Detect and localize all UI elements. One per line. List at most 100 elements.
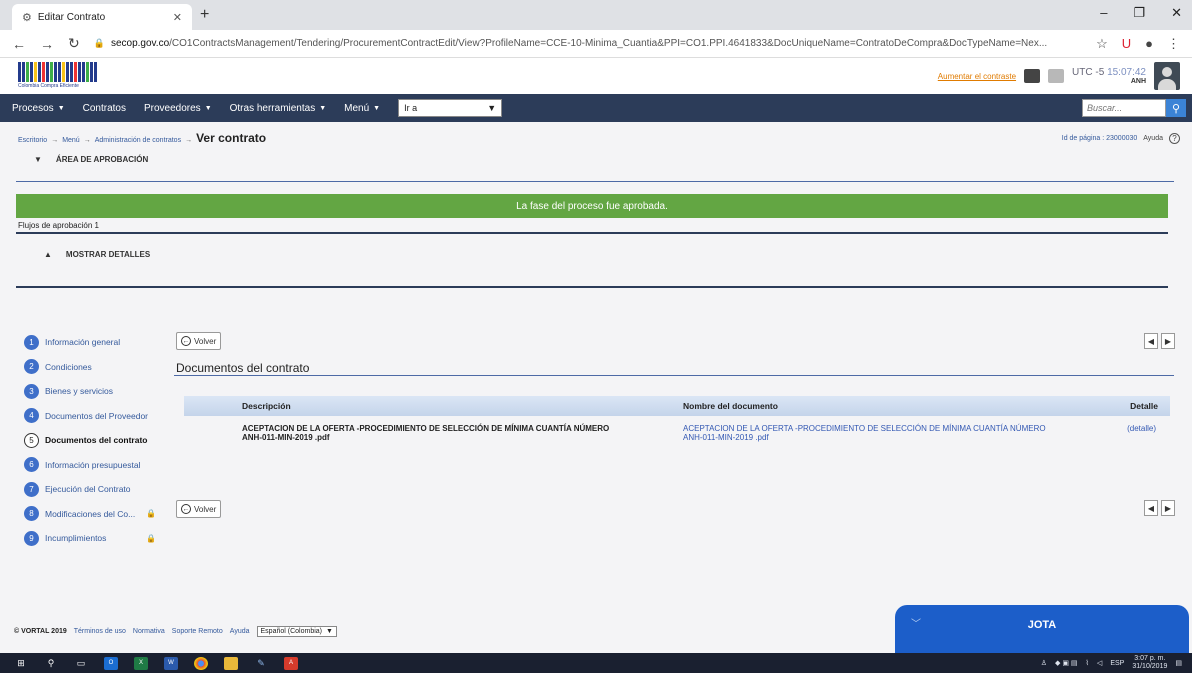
help-link[interactable]: Ayuda [1143, 135, 1163, 142]
nav-contratos[interactable]: Contratos [83, 103, 126, 114]
step-documentos-contrato[interactable]: 5 Documentos del contrato [24, 428, 164, 453]
colombia-compra-logo[interactable]: Colombia Compra Eficiente [18, 62, 106, 90]
search-icon[interactable]: ⚲ [1166, 99, 1186, 117]
nav-proveedores[interactable]: Proveedores ▼ [144, 103, 212, 114]
step-number: 6 [24, 457, 39, 473]
outlook-icon[interactable]: O [104, 656, 118, 670]
breadcrumb-menu[interactable]: Menú [62, 137, 80, 144]
lock-icon: 🔒 [146, 509, 156, 519]
back-arrow-icon[interactable]: ← [12, 36, 26, 52]
step-label: Condiciones [45, 361, 92, 372]
network-icon[interactable]: ⌇ [1086, 659, 1089, 667]
avatar[interactable] [1154, 62, 1180, 90]
profile-icon[interactable]: ● [1145, 36, 1153, 52]
step-informacion-presupuestal[interactable]: 6 Información presupuestal [24, 453, 164, 478]
breadcrumb-administracion[interactable]: Administración de contratos [95, 137, 181, 144]
close-window-icon[interactable]: ✕ [1171, 5, 1182, 21]
task-view-icon[interactable]: ▭ [74, 657, 88, 670]
step-ejecucion-contrato[interactable]: 7 Ejecución del Contrato [24, 477, 164, 502]
people-icon[interactable]: ♙ [1041, 659, 1047, 667]
chat-widget[interactable]: ﹀ JOTA [895, 605, 1189, 653]
url-field[interactable]: 🔒 secop.gov.co/CO1ContractsManagement/Te… [94, 38, 1082, 49]
maximize-icon[interactable]: ❐ [1133, 5, 1145, 21]
browser-tab[interactable]: ⚙ Editar Contrato ✕ [12, 4, 192, 30]
minimize-icon[interactable]: – [1100, 5, 1107, 21]
footer-normativa[interactable]: Normativa [133, 628, 165, 635]
chrome-icon[interactable] [194, 656, 208, 670]
menu-dots-icon[interactable]: ⋮ [1167, 36, 1180, 52]
next-page-button[interactable]: ▶ [1161, 333, 1175, 349]
page-id-area: Id de página : 23000030 Ayuda ? [1062, 133, 1180, 144]
document-link[interactable]: ACEPTACION DE LA OFERTA -PROCEDIMIENTO D… [629, 424, 1071, 442]
footer-ayuda[interactable]: Ayuda [230, 628, 250, 635]
step-label: Documentos del Proveedor [45, 410, 149, 421]
arrow-icon: → [185, 137, 193, 144]
notification-center-icon[interactable]: ▤ [1175, 659, 1182, 667]
step-incumplimientos[interactable]: 9 Incumplimientos 🔒 [24, 526, 164, 551]
tray-icons[interactable]: ◆ ▣ ▤ [1055, 659, 1078, 667]
column-header-nombre: Nombre del documento [683, 401, 778, 411]
windows-start-icon[interactable]: ⊞ [14, 657, 28, 670]
breadcrumb-escritorio[interactable]: Escritorio [18, 137, 47, 144]
address-bar: ← → ↻ 🔒 secop.gov.co/CO1ContractsManagem… [0, 30, 1192, 58]
back-button[interactable]: ← Volver [176, 332, 222, 350]
chevron-down-icon: ▼ [326, 628, 333, 635]
clock-date: 31/10/2019 [1132, 663, 1168, 670]
step-informacion-general[interactable]: 1 Información general [24, 330, 164, 355]
reload-icon[interactable]: ↻ [68, 35, 80, 52]
step-condiciones[interactable]: 2 Condiciones [24, 355, 164, 380]
ir-a-select[interactable]: Ir a ▼ [398, 99, 503, 117]
volume-icon[interactable]: ◁ [1097, 659, 1102, 667]
show-details-toggle[interactable]: ▲ MOSTRAR DETALLES [44, 250, 150, 259]
star-icon[interactable]: ☆ [1096, 36, 1108, 52]
step-number: 9 [24, 530, 39, 546]
step-documentos-proveedor[interactable]: 4 Documentos del Proveedor [24, 404, 164, 429]
step-label: Incumplimientos [45, 533, 107, 544]
footer-soporte[interactable]: Soporte Remoto [172, 628, 223, 635]
pager: ◀ ▶ [1144, 333, 1175, 349]
nav-procesos[interactable]: Procesos ▼ [12, 103, 65, 114]
step-label: Bienes y servicios [45, 386, 114, 397]
copyright: © VORTAL 2019 [14, 628, 67, 635]
nav-otras-herramientas[interactable]: Otras herramientas ▼ [230, 103, 327, 114]
word-icon[interactable]: W [164, 656, 178, 670]
new-tab-icon[interactable]: + [200, 6, 209, 24]
language-value: Español (Colombia) [260, 628, 322, 635]
close-tab-icon[interactable]: ✕ [173, 11, 182, 24]
messages-icon[interactable] [1048, 69, 1065, 83]
help-icon[interactable]: ? [1169, 133, 1180, 144]
extension-icon[interactable]: U [1122, 36, 1131, 52]
nav-menu[interactable]: Menú ▼ [344, 103, 380, 114]
language-indicator[interactable]: ESP [1110, 660, 1124, 667]
paint-icon[interactable]: ✎ [254, 657, 268, 670]
pdf-icon[interactable]: A [284, 656, 298, 670]
file-explorer-icon[interactable] [224, 656, 238, 670]
step-modificaciones[interactable]: 8 Modificaciones del Co... 🔒 [24, 502, 164, 527]
column-header-descripcion: Descripción [242, 401, 291, 411]
next-page-button[interactable]: ▶ [1161, 500, 1175, 516]
pager-bottom: ◀ ▶ [1144, 500, 1175, 516]
back-button-bottom[interactable]: ← Volver [176, 500, 222, 518]
prev-page-button[interactable]: ◀ [1144, 333, 1158, 349]
step-number: 8 [24, 506, 39, 522]
footer-terminos[interactable]: Términos de uso [74, 628, 126, 635]
documents-table: Descripción Nombre del documento Detalle… [184, 396, 1170, 442]
approval-section-toggle[interactable]: ▼ ÁREA DE APROBACIÓN [34, 155, 148, 164]
step-label: Ejecución del Contrato [45, 484, 131, 495]
row-description: ACEPTACION DE LA OFERTA -PROCEDIMIENTO D… [242, 424, 610, 442]
search-icon[interactable]: ⚲ [44, 657, 58, 670]
excel-icon[interactable]: X [134, 656, 148, 670]
taskbar-clock[interactable]: 3:07 p. m. 31/10/2019 [1132, 655, 1167, 671]
search-input[interactable] [1082, 99, 1166, 117]
prev-page-button[interactable]: ◀ [1144, 500, 1158, 516]
forward-arrow-icon[interactable]: → [40, 36, 54, 52]
show-details-label: MOSTRAR DETALLES [65, 250, 151, 259]
notifications-icon[interactable] [1024, 69, 1041, 83]
step-bienes-servicios[interactable]: 3 Bienes y servicios [24, 379, 164, 404]
table-row: ACEPTACION DE LA OFERTA -PROCEDIMIENTO D… [184, 416, 1170, 442]
language-select[interactable]: Español (Colombia) ▼ [256, 626, 337, 637]
detail-link[interactable]: (detalle) [1071, 424, 1170, 442]
caret-down-icon: ▼ [319, 104, 327, 112]
contrast-link[interactable]: Aumentar el contraste [938, 72, 1016, 81]
caret-down-icon: ▼ [57, 104, 65, 112]
